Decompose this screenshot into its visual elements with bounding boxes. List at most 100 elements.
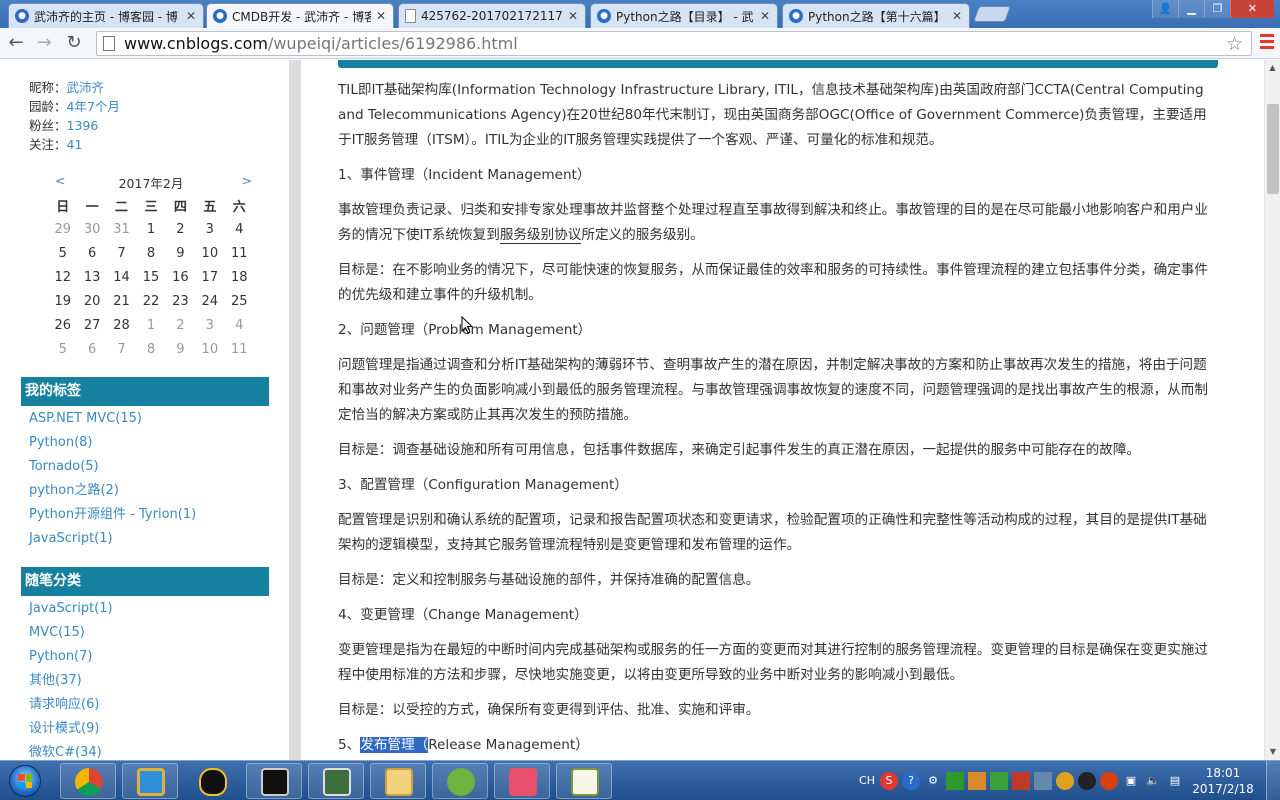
window-controls: 👤 ▁ ❐ ✕ <box>1152 0 1274 18</box>
red-app-icon[interactable] <box>1012 772 1030 790</box>
calendar-next-button[interactable]: > <box>242 173 252 188</box>
category-link[interactable]: 设计模式(9) <box>29 721 99 736</box>
yellow-app-icon[interactable] <box>1056 772 1074 790</box>
close-icon[interactable]: ✕ <box>375 9 387 23</box>
device-icon[interactable] <box>1034 772 1052 790</box>
calendar-day: 10 <box>201 245 219 261</box>
calendar-day: 30 <box>83 221 101 237</box>
calendar-day: 17 <box>201 269 219 285</box>
tag-item[interactable]: python之路(2) <box>29 479 196 503</box>
back-arrow-icon[interactable]: ← <box>4 32 28 54</box>
category-link[interactable]: Python(7) <box>29 649 92 664</box>
tag-item[interactable]: ASP.NET MVC(15) <box>29 407 196 431</box>
calendar-day: 7 <box>117 341 126 357</box>
address-bar[interactable]: www.cnblogs.com/wupeiqi/articles/6192986… <box>96 31 1252 56</box>
tag-link[interactable]: ASP.NET MVC <box>29 411 115 426</box>
tab-profile[interactable]: ● 武沛齐的主页 - 博客园 - 博 ✕ <box>8 3 204 28</box>
tag-item[interactable]: Tornado(5) <box>29 455 196 479</box>
language-indicator[interactable]: CH <box>858 772 876 790</box>
taskbar-heart-app[interactable] <box>494 763 550 799</box>
calendar-day: 9 <box>176 245 185 261</box>
tag-item[interactable]: Python开源组件 - Tyrion(1) <box>29 503 196 527</box>
close-icon[interactable]: ✕ <box>951 9 963 23</box>
taskbar-chrome[interactable] <box>60 763 116 799</box>
new-tab-button[interactable] <box>973 6 1011 22</box>
tag-link[interactable]: JavaScript <box>29 531 94 546</box>
show-desktop-button[interactable] <box>1266 761 1280 800</box>
category-link[interactable]: 微软C#(34) <box>29 745 102 760</box>
record-icon[interactable] <box>1100 772 1118 790</box>
article-paragraph: 目标是：定义和控制服务与基础设施的部件，并保持准确的配置信息。 <box>338 572 760 588</box>
clock[interactable]: 18:01 2017/2/18 <box>1188 765 1258 797</box>
scrollbar-thumb[interactable] <box>1267 104 1279 194</box>
url-host: www.cnblogs.com <box>124 34 268 53</box>
sla-link[interactable]: 服务级别协议 <box>499 227 582 244</box>
tag-link[interactable]: python之路 <box>29 483 100 498</box>
tab-python-16[interactable]: ● Python之路【第十六篇】 ✕ <box>782 3 970 28</box>
minimize-icon[interactable]: ▁ <box>1178 0 1204 18</box>
taskbar-window[interactable] <box>122 763 178 799</box>
network-icon[interactable]: ▤ <box>1166 772 1184 790</box>
tag-link[interactable]: Python <box>29 435 74 450</box>
system-tray: CH S ? ⚙ ▣ 🔈 ▤ <box>858 761 1184 800</box>
start-button[interactable] <box>3 761 47 800</box>
taskbar-terminal[interactable] <box>246 763 302 799</box>
qq-tray-icon[interactable] <box>1078 772 1096 790</box>
reload-icon[interactable]: ↻ <box>62 32 86 54</box>
tab-title: Python之路【第十六篇】 <box>808 9 946 24</box>
calendar-day: 9 <box>176 341 185 357</box>
scroll-up-icon[interactable]: ▲ <box>1265 60 1280 76</box>
tag-item[interactable]: Python(8) <box>29 431 196 455</box>
fans-link[interactable]: 1396 <box>67 118 99 133</box>
orange-app-icon[interactable] <box>968 772 986 790</box>
page-icon <box>103 36 115 51</box>
age-label: 园龄： <box>29 99 67 114</box>
category-link[interactable]: 其他(37) <box>29 673 82 688</box>
taskbar-qq[interactable] <box>184 763 240 799</box>
taskbar-monitor[interactable] <box>308 763 364 799</box>
tab-image[interactable]: 425762-20170217211742 ✕ <box>398 3 586 28</box>
category-link[interactable]: JavaScript(1) <box>29 601 113 616</box>
settings-icon[interactable]: ⚙ <box>924 772 942 790</box>
browser-menu-icon[interactable] <box>1260 34 1274 52</box>
user-icon[interactable]: 👤 <box>1152 0 1178 18</box>
window-close-icon[interactable]: ✕ <box>1230 0 1274 18</box>
taskbar-notepad[interactable] <box>556 763 612 799</box>
bookmark-star-icon[interactable]: ☆ <box>1226 33 1243 55</box>
tab-cmdb[interactable]: ● CMDB开发 - 武沛齐 - 博客 ✕ <box>206 3 394 28</box>
profile-info: 昵称：武沛齐 园龄：4年7个月 粉丝：1396 关注：41 <box>29 78 120 154</box>
follow-link[interactable]: 41 <box>67 137 83 152</box>
weekday-header: 六 <box>232 199 246 215</box>
close-icon[interactable]: ✕ <box>567 9 579 23</box>
volume-icon[interactable]: 🔈 <box>1144 772 1162 790</box>
tab-python-index[interactable]: ● Python之路【目录】 - 武 ✕ <box>590 3 778 28</box>
taskbar-editor[interactable] <box>432 763 488 799</box>
weekday-header: 一 <box>85 199 99 215</box>
calendar-day: 19 <box>54 293 71 309</box>
tag-item[interactable]: JavaScript(1) <box>29 527 196 551</box>
forward-arrow-icon[interactable]: → <box>32 32 56 54</box>
close-icon[interactable]: ✕ <box>185 9 197 23</box>
help-icon[interactable]: ? <box>902 772 920 790</box>
heart-app-icon <box>509 768 537 796</box>
taskbar-folder[interactable] <box>370 763 426 799</box>
sogou-icon[interactable]: S <box>880 772 898 790</box>
article-paragraph: 变更管理是指为在最短的中断时间内完成基础架构或服务的任一方面的变更而对其进行控制… <box>338 642 1208 683</box>
nickname-link[interactable]: 武沛齐 <box>67 80 105 95</box>
category-link[interactable]: MVC(15) <box>29 625 85 640</box>
display-icon[interactable]: ▣ <box>1122 772 1140 790</box>
calendar-day: 28 <box>113 317 130 333</box>
tab-strip: ● 武沛齐的主页 - 博客园 - 博 ✕ ● CMDB开发 - 武沛齐 - 博客… <box>0 0 1280 28</box>
vertical-scrollbar[interactable]: ▲ ▼ <box>1264 60 1280 760</box>
green-app-icon[interactable] <box>946 772 964 790</box>
age-link[interactable]: 4年7个月 <box>67 99 120 114</box>
nickname-label: 昵称： <box>29 80 67 95</box>
close-icon[interactable]: ✕ <box>759 9 771 23</box>
maximize-icon[interactable]: ❐ <box>1204 0 1230 18</box>
calendar: < 2017年2月 > 日 一 二 三 四 五 六 29 30 31 1 2 3… <box>48 171 254 361</box>
tag-link[interactable]: Python开源组件 - Tyrion <box>29 507 178 522</box>
category-link[interactable]: 请求响应(6) <box>29 697 99 712</box>
scroll-down-icon[interactable]: ▼ <box>1265 744 1280 760</box>
tag-link[interactable]: Tornado <box>29 459 80 474</box>
network-app-icon[interactable] <box>990 772 1008 790</box>
